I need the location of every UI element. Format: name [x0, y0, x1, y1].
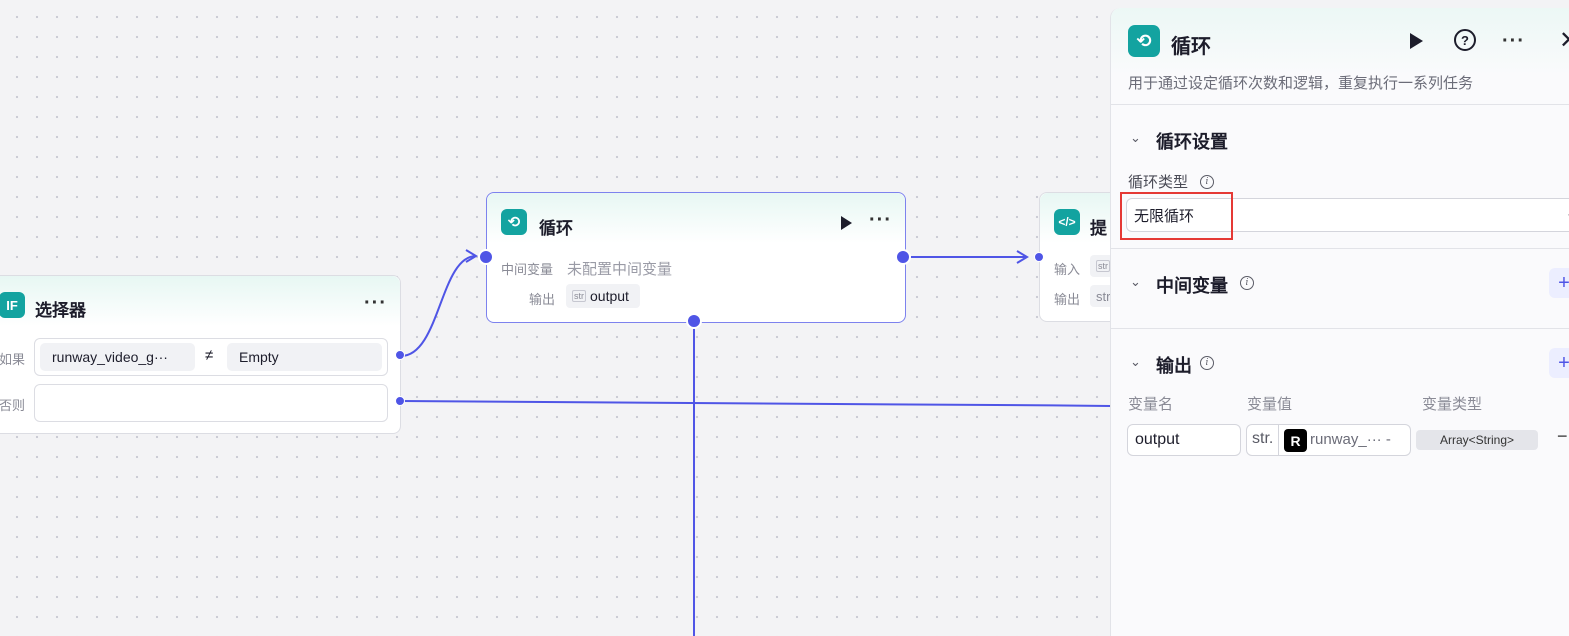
loop-icon: ⟲ — [1128, 25, 1160, 57]
output-name-value: output — [1135, 431, 1180, 448]
loop-config-panel: ⟲ 循环 ? ··· ✕ 用于通过设定循环次数和逻辑，重复执行一系列任务 ⌄ 循… — [1110, 8, 1569, 636]
loop-node[interactable]: ⟲ 循环 ··· 中间变量 未配置中间变量 输出 str output — [486, 192, 906, 323]
run-icon[interactable] — [1410, 33, 1423, 49]
output-type: str — [1096, 288, 1111, 304]
value-prefix: str. — [1252, 430, 1274, 447]
more-icon[interactable]: ··· — [1502, 31, 1525, 51]
str-type-icon: str — [1096, 260, 1110, 272]
selector-title: 选择器 — [35, 301, 86, 320]
output-name-input[interactable]: output — [1127, 424, 1241, 456]
info-icon[interactable]: i — [1240, 276, 1254, 290]
if-handle[interactable] — [395, 350, 405, 360]
loop-body-handle[interactable] — [686, 313, 702, 329]
right-operand[interactable]: Empty — [227, 343, 382, 371]
else-condition[interactable] — [34, 384, 388, 422]
info-icon[interactable]: i — [1200, 175, 1214, 189]
loop-title: 循环 — [539, 219, 573, 238]
more-icon[interactable]: ··· — [869, 210, 892, 230]
output-label: 输出 — [1054, 292, 1081, 307]
panel-title: 循环 — [1171, 36, 1211, 58]
if-condition[interactable]: runway_video_g··· ≠ Empty — [34, 338, 388, 376]
edge-if-to-loop — [400, 255, 477, 357]
highlight-box — [1120, 192, 1233, 240]
not-equal-operator[interactable]: ≠ — [205, 347, 213, 364]
loop-type-label: 循环类型 — [1128, 174, 1189, 191]
intermediate-label: 中间变量 — [501, 262, 554, 277]
output-label: 输出 — [529, 292, 556, 307]
else-label: 否则 — [0, 398, 26, 413]
if-label: 如果 — [0, 352, 26, 367]
intermediate-value: 未配置中间变量 — [567, 261, 673, 278]
loop-input-handle[interactable] — [478, 249, 494, 265]
loop-settings-title[interactable]: 循环设置 — [1156, 128, 1228, 154]
close-icon[interactable]: ✕ — [1559, 26, 1569, 55]
output-type-chip[interactable]: Array<String> — [1416, 430, 1538, 450]
add-output-button[interactable]: + — [1549, 348, 1569, 378]
output-title[interactable]: 输出 — [1156, 352, 1192, 378]
info-icon[interactable]: i — [1200, 356, 1214, 370]
selector-node[interactable]: IF 选择器 ··· 如果 runway_video_g··· ≠ Empty … — [0, 275, 401, 434]
chevron-down-icon[interactable]: ⌄ — [1130, 274, 1141, 290]
remove-output-icon[interactable]: − — [1557, 426, 1568, 447]
output-tag: str output — [566, 284, 640, 308]
divider — [1111, 248, 1569, 249]
runway-logo-icon: R — [1284, 429, 1307, 452]
chevron-down-icon[interactable]: ⌄ — [1130, 130, 1141, 146]
col-var-name: 变量名 — [1128, 396, 1174, 413]
str-type-icon: str — [572, 290, 586, 302]
loop-icon: ⟲ — [501, 209, 527, 235]
value-divider — [1278, 425, 1279, 455]
add-intermediate-button[interactable]: + — [1549, 268, 1569, 298]
code-input-handle[interactable] — [1034, 252, 1044, 262]
value-text: runway_··· - — [1310, 431, 1391, 448]
else-handle[interactable] — [395, 396, 405, 406]
help-icon[interactable]: ? — [1454, 29, 1476, 51]
intermediate-title[interactable]: 中间变量 — [1156, 272, 1228, 298]
input-label: 输入 — [1054, 262, 1081, 277]
panel-description: 用于通过设定循环次数和逻辑，重复执行一系列任务 — [1128, 75, 1474, 92]
divider — [1111, 328, 1569, 329]
code-title: 提 — [1090, 219, 1107, 238]
run-icon[interactable] — [841, 216, 852, 230]
output-value-input[interactable]: str. R runway_··· - — [1246, 424, 1411, 456]
more-icon[interactable]: ··· — [364, 293, 387, 313]
edge-else — [400, 400, 1111, 407]
loop-output-handle[interactable] — [895, 249, 911, 265]
output-name: output — [590, 288, 629, 304]
chevron-down-icon: ⌄ — [1565, 203, 1569, 223]
code-icon: </> — [1054, 209, 1080, 235]
col-var-value: 变量值 — [1247, 396, 1293, 413]
left-operand[interactable]: runway_video_g··· — [40, 343, 195, 371]
if-icon: IF — [0, 292, 25, 318]
chevron-down-icon[interactable]: ⌄ — [1130, 354, 1141, 370]
workflow-canvas[interactable]: IF 选择器 ··· 如果 runway_video_g··· ≠ Empty … — [0, 0, 1569, 636]
col-var-type: 变量类型 — [1422, 396, 1483, 413]
